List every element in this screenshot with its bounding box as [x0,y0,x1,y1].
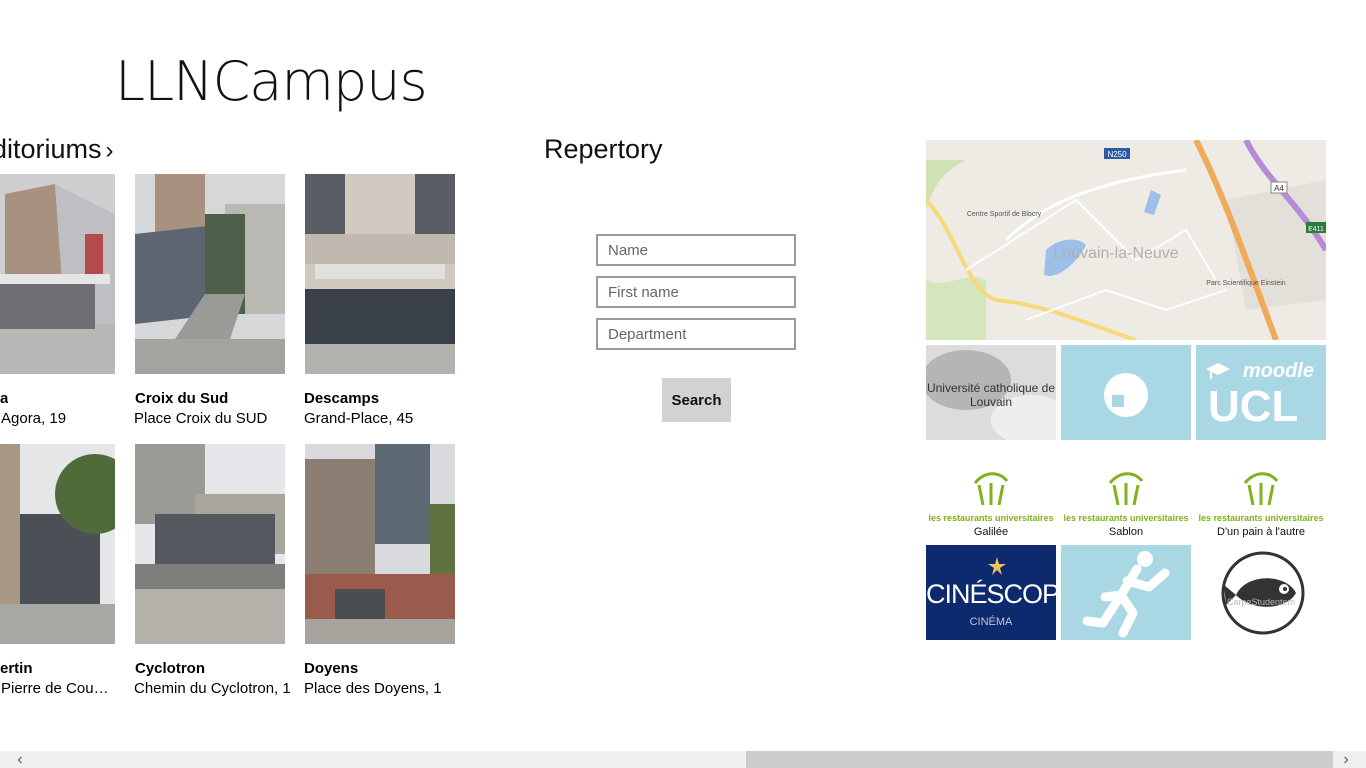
building-photo [0,174,115,374]
resto-brand: les restaurants universitaires [928,513,1054,523]
auditorium-tile-doyens[interactable] [305,444,455,644]
building-photo [305,444,455,644]
auditorium-address: Place Croix du SUD [134,410,268,427]
auditorium-address: Grand-Place, 45 [304,410,414,427]
resto-caption: Galilée [973,526,1009,538]
running-man-icon [1082,551,1170,638]
resto-brand: les restaurants universitaires [1198,513,1324,523]
map-park-label: Parc Scientifique Einstein [1206,280,1285,287]
auditorium-address: Agora, 19 [1,410,67,427]
auditorium-tile-croix-du-sud[interactable] [135,174,285,374]
graduation-cap-icon [1206,363,1230,379]
map-town-label: Louvain-la-Neuve [1053,245,1179,262]
resto-caption: Sablon [1108,526,1144,538]
moodle-ucl-label: UCL [1208,382,1299,431]
building-photo [135,174,285,374]
auditorium-tile-descamps[interactable] [305,174,455,374]
auditorium-name: a [0,390,9,407]
auditorium-address: Chemin du Cyclotron, 1 [134,680,291,697]
auditorium-tile-coubertin[interactable] [0,444,115,644]
building-photo [0,444,115,644]
ucl-tile[interactable]: Université catholique de Louvain [926,345,1056,440]
resto-logo-icon [1108,472,1144,506]
fish-logo-icon [1221,551,1305,635]
name-input[interactable] [596,234,796,266]
map-road-e411: E411 [1308,226,1324,233]
chevron-right-icon: › [105,137,114,164]
repertory-header: Repertory [544,134,663,164]
auditorium-name: ertin [0,660,33,677]
scrollbar-thumb[interactable] [746,751,1333,768]
scroll-right-icon[interactable]: › [1336,751,1356,768]
auditorium-tile-agora[interactable] [0,174,115,374]
portal-icon [1104,373,1148,417]
sport-tile[interactable] [1061,545,1191,640]
cinema-label: CINÉMA [969,616,1013,628]
map-road-n250: N250 [1107,150,1127,159]
building-photo [135,444,285,644]
resto-tile-galilee[interactable]: les restaurants universitaires Galilée [926,445,1056,540]
map-image: N250 A4 E411 Louvain-la-Neuve Centre Spo… [926,140,1326,340]
auditorium-tile-cyclotron[interactable] [135,444,285,644]
carpe-tile[interactable]: CarpeStudentem [1196,545,1326,640]
map-sport-label: Centre Sportif de Blocry [967,211,1042,218]
auditorium-address: Place des Doyens, 1 [304,680,442,697]
resto-logo-icon [1243,472,1279,506]
auditorium-name: Cyclotron [135,660,206,677]
moodle-tile[interactable]: moodle UCL [1196,345,1326,440]
resto-brand: les restaurants universitaires [1063,513,1189,523]
portal-tile[interactable] [1061,345,1191,440]
carpe-label: CarpeStudentem [1226,597,1296,607]
star-icon [988,557,1006,575]
auditorium-address: Pierre de Coubertin [1,680,112,697]
auditorium-name: Croix du Sud [135,390,229,407]
map-road-a4: A4 [1274,184,1284,193]
first-name-input[interactable] [596,276,796,308]
resto-tile-pain[interactable]: les restaurants universitaires D'un pain… [1196,445,1326,540]
moodle-label: moodle [1242,360,1314,382]
horizontal-scrollbar[interactable]: ‹ › [0,751,1366,768]
resto-caption: D'un pain à l'autre [1217,526,1305,538]
auditorium-name: Doyens [304,660,359,677]
cinescope-tile[interactable]: CINÉSCOPE CINÉMA [926,545,1056,640]
map-tile[interactable]: N250 A4 E411 Louvain-la-Neuve Centre Spo… [926,140,1326,340]
department-input[interactable] [596,318,796,350]
auditorium-name: Descamps [304,390,380,407]
building-photo [305,174,455,374]
auditoriums-header[interactable]: ditoriums › [0,134,114,165]
auditoriums-header-label: ditoriums [0,134,102,164]
resto-tile-sablon[interactable]: les restaurants universitaires Sablon [1061,445,1191,540]
app-title: LLNCampus [115,50,428,113]
scroll-left-icon[interactable]: ‹ [10,751,30,768]
resto-logo-icon [973,472,1009,506]
ucl-label: Université catholique de Louvain [926,381,1056,409]
cinescope-label: CINÉSCOPE [926,579,1056,609]
search-button[interactable]: Search [662,378,731,422]
